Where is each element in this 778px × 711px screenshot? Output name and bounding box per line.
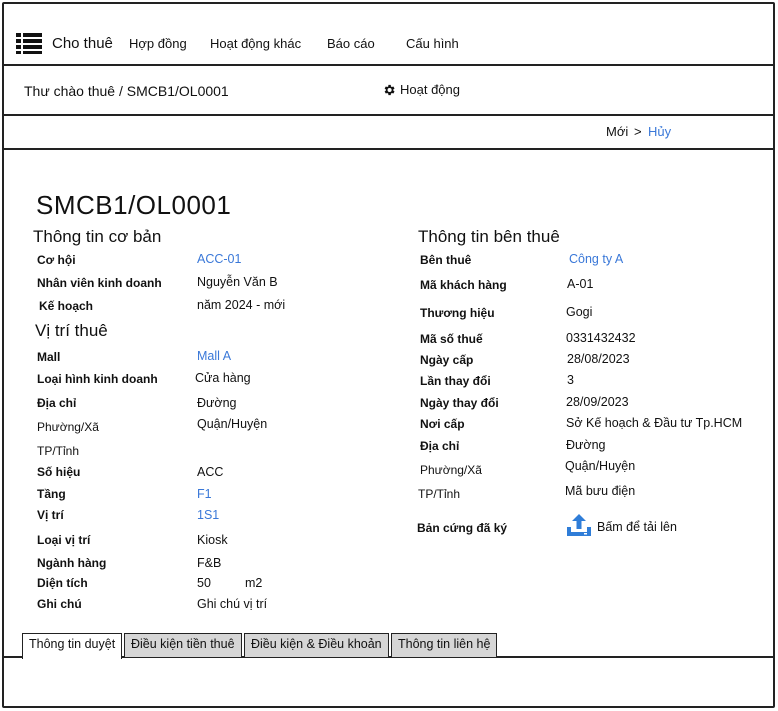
position-type-label: Loại vị trí: [37, 533, 91, 547]
signed-copy-label: Bản cứng đã ký: [417, 521, 508, 535]
upload-button[interactable]: Bấm để tải lên: [597, 520, 677, 534]
change-date-value: 28/09/2023: [566, 395, 629, 409]
note-value: Ghi chú vị trí: [197, 597, 268, 611]
tenant-ward-label: Phường/Xã: [420, 463, 482, 477]
salesperson-label: Nhân viên kinh doanh: [37, 276, 162, 290]
note-label: Ghi chú: [37, 597, 82, 611]
floor-label: Tầng: [37, 487, 66, 501]
nav-item-settings[interactable]: Cấu hình: [406, 36, 459, 51]
activity-button[interactable]: Hoạt động: [382, 82, 460, 97]
district-value: Quận/Huyện: [197, 417, 268, 431]
app-brand[interactable]: Cho thuê: [52, 35, 113, 52]
location-title: Vị trí thuê: [35, 321, 108, 340]
opportunity-link[interactable]: ACC-01: [197, 252, 241, 266]
nav-item-other-activities[interactable]: Hoạt động khác: [210, 36, 301, 51]
tax-code-label: Mã số thuế: [420, 332, 483, 346]
salesperson-value: Nguyễn Văn B: [197, 275, 278, 289]
tenant-link[interactable]: Công ty A: [569, 252, 623, 266]
upload-icon[interactable]: [566, 514, 592, 538]
area-value: 50: [197, 576, 211, 590]
status-bar: Mới > Hủy: [2, 116, 775, 150]
tenant-info-title: Thông tin bên thuê: [418, 227, 560, 246]
category-label: Ngành hàng: [37, 556, 107, 570]
mall-label: Mall: [37, 350, 61, 364]
tenant-district-value: Quận/Huyện: [565, 459, 636, 473]
activity-label: Hoạt động: [400, 82, 460, 97]
change-date-label: Ngày thay đổi: [420, 396, 499, 410]
tab-rent-terms[interactable]: Điều kiện tiền thuê: [124, 633, 242, 657]
plan-label: Kế hoạch: [39, 299, 94, 313]
breadcrumb[interactable]: Thư chào thuê / SMCB1/OL0001: [24, 83, 229, 99]
gear-icon: [384, 84, 395, 95]
customer-code-value: A-01: [567, 277, 594, 291]
tenant-address-value: Đường: [566, 438, 606, 452]
basic-info-title: Thông tin cơ bản: [33, 227, 162, 246]
tenant-label: Bên thuê: [420, 253, 472, 267]
status-cancel[interactable]: Hủy: [648, 124, 671, 139]
tax-code-value: 0331432432: [566, 331, 636, 345]
number-value: ACC: [197, 465, 224, 479]
business-type-value: Cửa hàng: [195, 371, 251, 385]
number-label: Số hiệu: [37, 465, 81, 479]
opportunity-label: Cơ hội: [37, 253, 76, 267]
change-count-value: 3: [567, 373, 574, 387]
brand-value: Gogi: [566, 305, 593, 319]
plan-value: năm 2024 - mới: [197, 298, 286, 312]
change-count-label: Lần thay đổi: [420, 374, 491, 388]
floor-link[interactable]: F1: [197, 487, 212, 501]
area-label: Diện tích: [37, 576, 88, 590]
tenant-city-label: TP/Tỉnh: [418, 487, 461, 501]
breadcrumb-bar: Thư chào thuê / SMCB1/OL0001 Hoạt động: [2, 66, 775, 116]
record-title: SMCB1/OL0001: [36, 190, 232, 220]
address-label: Địa chỉ: [37, 396, 77, 410]
tab-terms-conditions[interactable]: Điều kiện & Điều khoản: [244, 633, 389, 657]
nav-item-reports[interactable]: Báo cáo: [327, 36, 375, 51]
issuer-value: Sở Kế hoạch & Đầu tư Tp.HCM: [566, 416, 743, 430]
ward-label: Phường/Xã: [37, 420, 99, 434]
mall-link[interactable]: Mall A: [197, 349, 231, 363]
city-label: TP/Tỉnh: [37, 444, 80, 458]
tenant-address-label: Địa chỉ: [420, 439, 460, 453]
business-type-label: Loại hình kinh doanh: [37, 372, 158, 386]
chevron-right-icon: >: [634, 124, 642, 139]
brand-label: Thương hiệu: [420, 306, 495, 320]
list-menu-icon[interactable]: [16, 32, 42, 54]
issue-date-value: 28/08/2023: [567, 352, 630, 366]
status-new: Mới: [606, 124, 629, 139]
issue-date-label: Ngày cấp: [420, 353, 474, 367]
position-link[interactable]: 1S1: [197, 508, 219, 522]
address-value: Đường: [197, 396, 237, 410]
nav-item-contracts[interactable]: Hợp đồng: [129, 36, 187, 51]
postal-code-value: Mã bưu điện: [565, 484, 636, 498]
position-label: Vị trí: [37, 508, 64, 522]
tab-approval-info[interactable]: Thông tin duyệt: [22, 633, 123, 659]
issuer-label: Nơi cấp: [420, 417, 465, 431]
top-navbar: Cho thuê Hợp đồng Hoạt động khác Báo cáo…: [2, 2, 775, 66]
position-type-value: Kiosk: [197, 533, 228, 547]
category-value: F&B: [197, 556, 222, 570]
customer-code-label: Mã khách hàng: [420, 278, 507, 292]
area-unit: m2: [245, 576, 263, 590]
tab-contact-info[interactable]: Thông tin liên hệ: [391, 633, 498, 657]
